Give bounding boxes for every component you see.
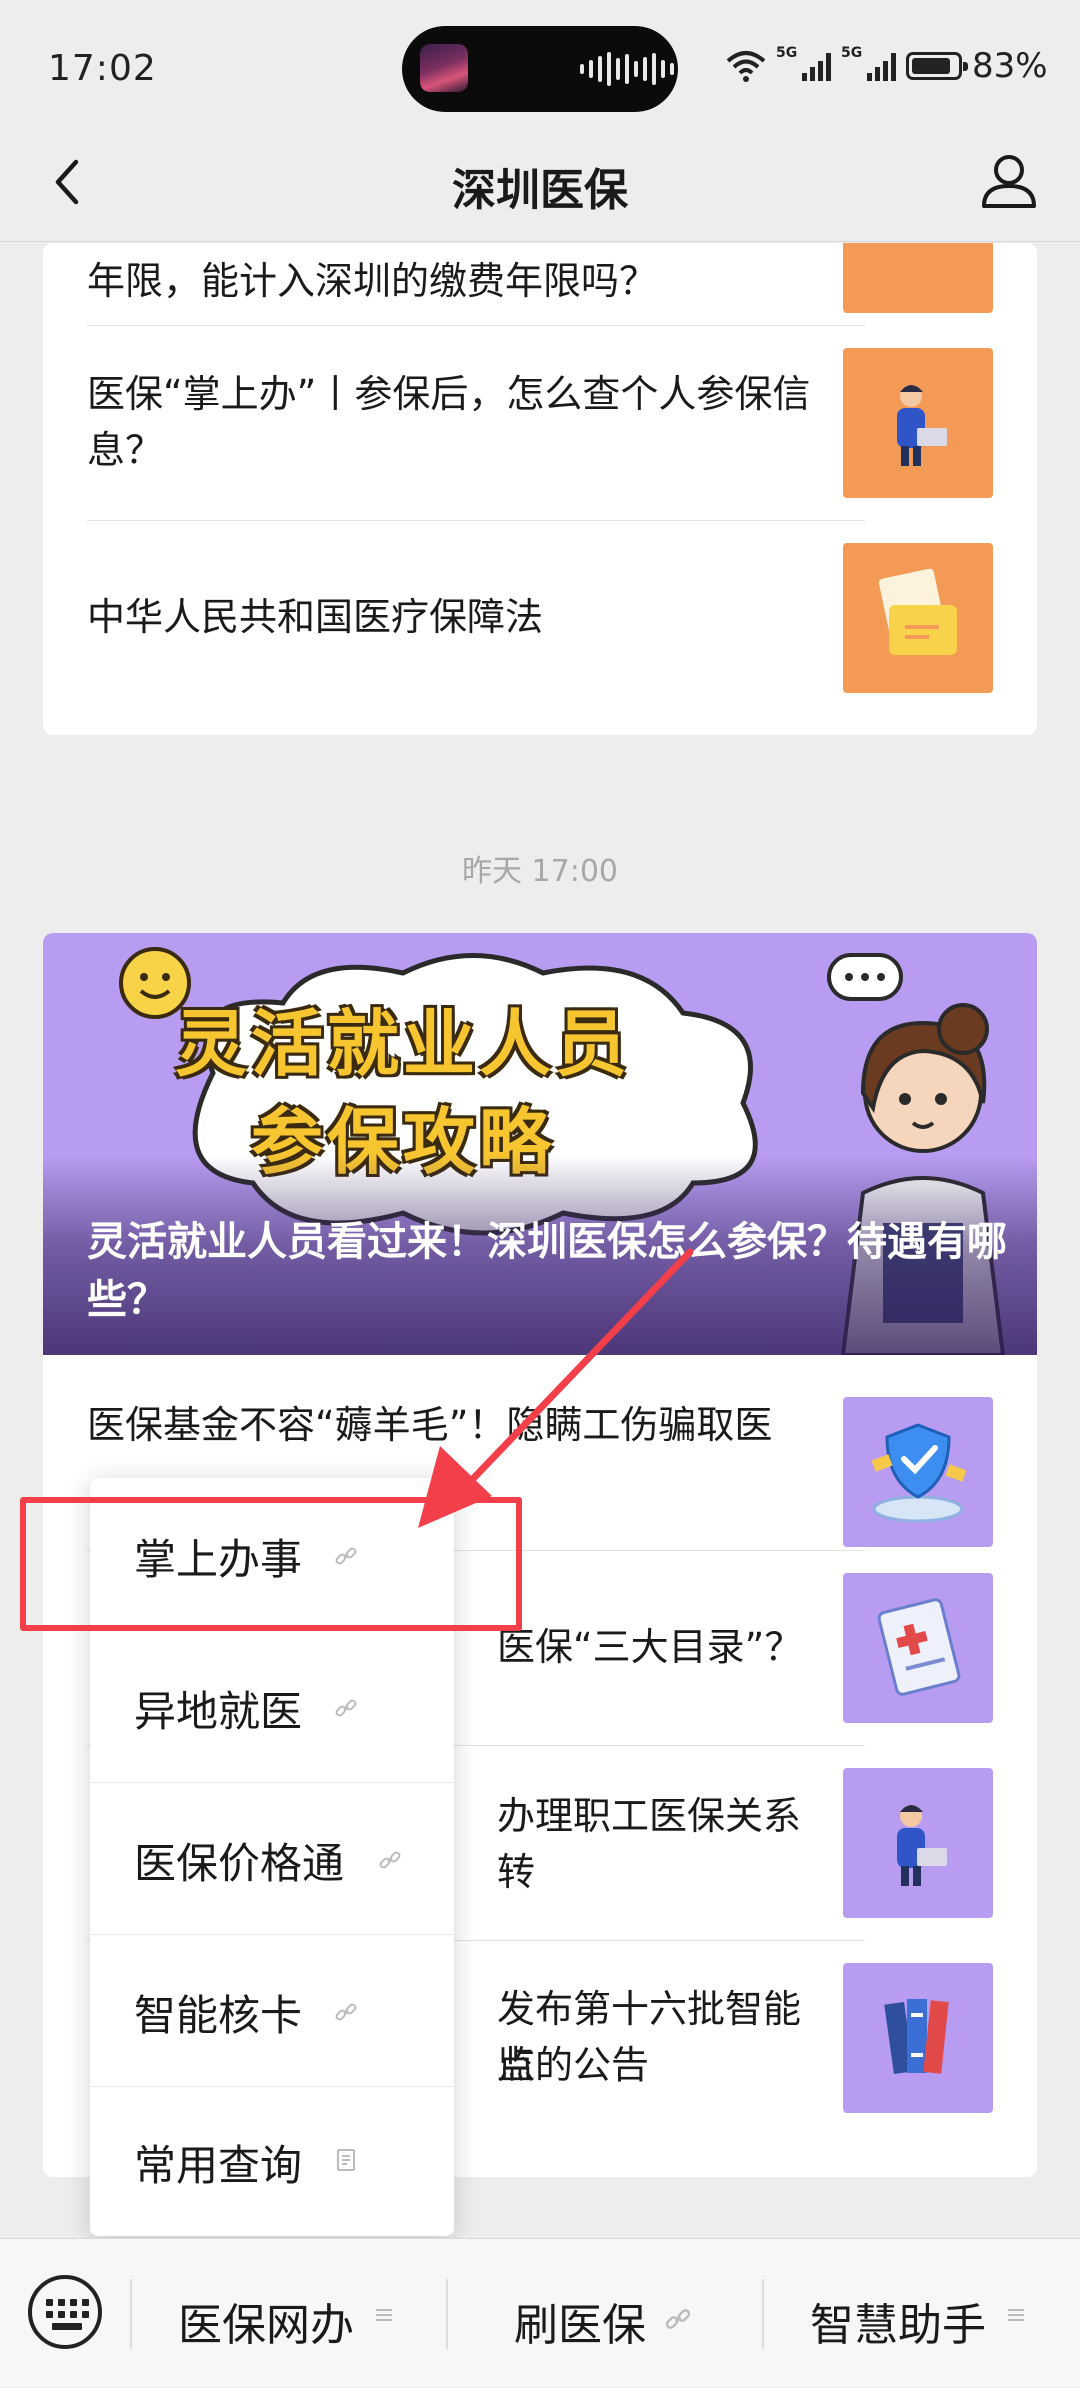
media-thumbnail <box>420 44 468 92</box>
highlight-box <box>20 1497 522 1631</box>
article-title: 医保“三大目录”？ <box>497 1625 803 1669</box>
navigation-bar: 深圳医保 <box>0 130 1080 242</box>
article-title: 中华人民共和国医疗保障法 <box>87 595 544 639</box>
popup-item-label: 医保价格通 <box>134 1839 345 1888</box>
network-type-1: 5G <box>776 45 798 61</box>
bottom-menu-yibao-wangban[interactable]: 医保网办 <box>132 2239 446 2388</box>
profile-icon[interactable] <box>974 146 1044 216</box>
signal-icon-2: 5G <box>841 45 896 81</box>
popup-item-yidi-jiuyi[interactable]: 异地就医 <box>90 1630 454 1782</box>
article-title-line2: 点的公告 <box>497 2043 650 2087</box>
article-card-1: 年限，能计入深圳的缴费年限吗？ 医保“掌上办”丨参保后，怎么查个人参保信息？ 中… <box>43 243 1037 735</box>
wifi-icon <box>726 51 766 82</box>
article-title: 医保“掌上办”丨参保后，怎么查个人参保信息？ <box>87 372 811 472</box>
hero-article[interactable]: 灵活就业人员 参保攻略 灵活就业人员看过来！深圳医保怎么参保？待遇有哪些？ <box>43 933 1037 1355</box>
article-thumbnail <box>843 543 993 693</box>
article-thumbnail <box>843 1963 993 2113</box>
message-timestamp: 昨天 17:00 <box>462 854 618 889</box>
signal-icon-1: 5G <box>776 45 831 81</box>
article-thumbnail <box>843 348 993 498</box>
submenu-icon <box>376 2307 392 2323</box>
article-row[interactable]: 年限，能计入深圳的缴费年限吗？ <box>87 243 993 338</box>
bottom-menu-label: 智慧助手 <box>810 2300 986 2351</box>
hero-image-text-1: 灵活就业人员 <box>174 1002 631 1086</box>
article-thumbnail <box>843 1573 993 1723</box>
popup-item-changyong-chaxun[interactable]: 常用查询 <box>90 2084 454 2236</box>
bottom-menu-label: 医保网办 <box>178 2300 354 2351</box>
bottom-menu-bar: 医保网办 刷医保 智慧助手 <box>0 2238 1080 2387</box>
article-row[interactable]: 中华人民共和国医疗保障法 <box>87 521 993 716</box>
bottom-menu-label: 刷医保 <box>514 2300 646 2351</box>
bottom-menu-shua-yibao[interactable]: 刷医保 <box>448 2239 762 2388</box>
page-title: 深圳医保 <box>452 165 628 216</box>
article-title: 办理职工医保关系转 <box>497 1794 802 1894</box>
link-icon <box>665 2309 691 2329</box>
article-row[interactable]: 医保“掌上办”丨参保后，怎么查个人参保信息？ <box>87 326 993 521</box>
hero-caption: 灵活就业人员看过来！深圳医保怎么参保？待遇有哪些？ <box>87 1219 1007 1323</box>
link-icon <box>379 1851 401 1869</box>
article-thumbnail <box>843 1397 993 1547</box>
dynamic-island[interactable] <box>402 26 678 112</box>
battery-icon <box>906 52 968 80</box>
popup-item-label: 常用查询 <box>134 2141 303 2190</box>
submenu-icon <box>1008 2307 1024 2323</box>
article-icon <box>337 2149 355 2171</box>
popup-item-label: 异地就医 <box>134 1687 303 1736</box>
status-time: 17:02 <box>48 48 157 89</box>
bottom-menu-zhihui-zhushou[interactable]: 智慧助手 <box>764 2239 1080 2388</box>
popup-item-label: 智能核卡 <box>134 1991 303 2040</box>
article-thumbnail <box>843 1768 993 1918</box>
link-icon <box>335 1699 357 1717</box>
article-thumbnail <box>843 243 993 313</box>
battery-percent: 83% <box>972 46 1048 86</box>
article-title: 年限，能计入深圳的缴费年限吗？ <box>87 259 658 303</box>
status-icons: 5G 5G 83% <box>726 45 1048 86</box>
status-bar: 17:02 5G 5G 83% <box>0 0 1080 130</box>
article-title: 医保基金不容“薅羊毛”！隐瞒工伤骗取医 <box>87 1403 773 1447</box>
popup-item-zhineng-heka[interactable]: 智能核卡 <box>90 1934 454 2086</box>
audio-wave-icon <box>580 52 674 86</box>
popup-item-yibao-jiagetong[interactable]: 医保价格通 <box>90 1782 454 1934</box>
keyboard-icon[interactable] <box>28 2275 102 2349</box>
network-type-2: 5G <box>841 45 863 61</box>
link-icon <box>335 2003 357 2021</box>
